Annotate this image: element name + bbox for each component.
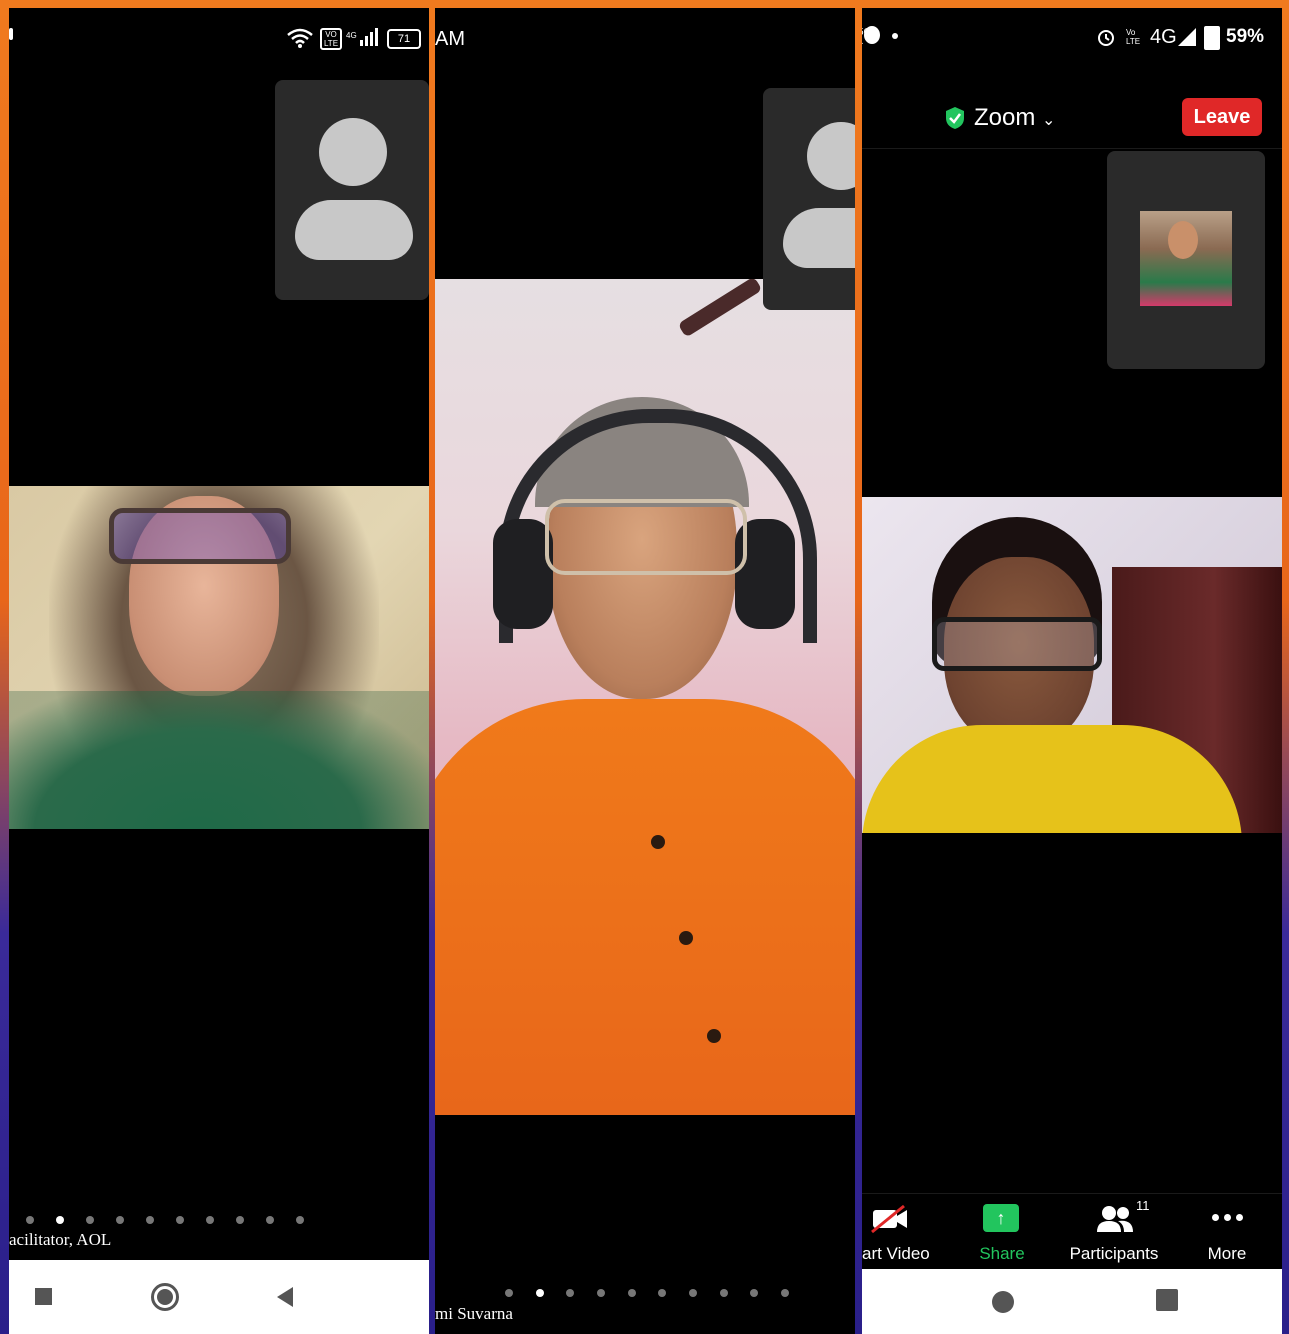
svg-text:4G: 4G — [346, 31, 357, 40]
person-sweater — [9, 691, 429, 829]
self-view-tile[interactable] — [1107, 151, 1265, 369]
back-button[interactable] — [275, 1286, 295, 1308]
page-dot — [206, 1216, 214, 1224]
call-screenshot-1: VO LTE 4G 71 acilitator, AOL — [9, 8, 429, 1334]
page-dot — [566, 1289, 574, 1297]
page-dot — [26, 1216, 34, 1224]
person-kurta — [435, 699, 855, 1115]
meeting-toolbar: art Video ↑ Share 11 Participants More — [862, 1193, 1282, 1270]
avatar-body — [295, 200, 413, 260]
network-type: 4G — [1150, 26, 1177, 48]
signal-icon — [1178, 28, 1196, 46]
page-dot — [146, 1216, 154, 1224]
call-screenshot-3: 5G.. VoLTE 4G 59% Zoom ⌄ Leave — [862, 8, 1282, 1334]
shield-icon — [946, 107, 964, 129]
self-view-avatar-tile[interactable] — [763, 88, 855, 310]
battery-icon — [1204, 26, 1220, 50]
page-dot — [658, 1289, 666, 1297]
avatar-head — [319, 118, 387, 186]
kurta-button — [707, 1029, 721, 1043]
profile-face — [1168, 221, 1198, 259]
battery-icon: 71 — [387, 29, 421, 49]
more-dot — [1212, 1214, 1219, 1221]
battery-text: 71 — [397, 33, 411, 45]
page-dot — [597, 1289, 605, 1297]
more-button[interactable]: More — [1192, 1204, 1262, 1266]
android-nav-bar — [9, 1260, 429, 1334]
share-icon: ↑ — [983, 1204, 1019, 1232]
page-dot-active — [56, 1216, 64, 1224]
speaker-video — [435, 279, 855, 1115]
glasses — [545, 499, 747, 575]
notification-dot — [892, 33, 898, 39]
participant-caption: acilitator, AOL — [9, 1230, 112, 1249]
more-label: More — [1207, 1244, 1247, 1263]
page-dot — [750, 1289, 758, 1297]
participants-label: Participants — [1069, 1244, 1159, 1263]
meeting-title[interactable]: Zoom ⌄ — [974, 104, 1055, 132]
page-dot — [689, 1289, 697, 1297]
video-off-icon — [871, 1204, 907, 1234]
status-bar: AM — [435, 8, 855, 64]
status-bar: VO LTE 4G 71 — [9, 8, 429, 64]
share-label: Share — [979, 1244, 1025, 1263]
headphone-left-cup — [493, 519, 553, 629]
page-dot — [266, 1216, 274, 1224]
page-dot — [628, 1289, 636, 1297]
android-nav-bar — [862, 1269, 1282, 1334]
volte-icon: Vo LTE — [1126, 28, 1141, 46]
meeting-title-text: Zoom — [974, 104, 1036, 131]
back-indicator — [9, 28, 13, 40]
participants-button[interactable]: 11 Participants — [1062, 1198, 1166, 1266]
page-dot — [296, 1216, 304, 1224]
wifi-icon — [287, 28, 313, 48]
page-dot-active — [536, 1289, 544, 1297]
page-dot — [505, 1289, 513, 1297]
participants-icon — [1097, 1206, 1133, 1232]
avatar-head — [807, 122, 855, 190]
participants-count-badge: 11 — [1136, 1198, 1150, 1213]
recents-button[interactable] — [1156, 1289, 1178, 1311]
home-button[interactable] — [151, 1283, 179, 1311]
page-dot — [176, 1216, 184, 1224]
home-button-inner — [157, 1289, 173, 1305]
leave-button[interactable]: Leave — [1182, 98, 1262, 136]
battery-percent: 59% — [1226, 26, 1265, 47]
meeting-header: Zoom ⌄ Leave — [862, 88, 1282, 149]
recents-button[interactable] — [35, 1288, 52, 1305]
start-video-button[interactable]: art Video — [862, 1204, 932, 1266]
speaker-video — [9, 486, 429, 829]
page-dot — [781, 1289, 789, 1297]
glasses — [932, 617, 1102, 671]
home-button[interactable] — [992, 1291, 1014, 1313]
ceiling-fan-blade — [677, 279, 763, 338]
more-dot — [1236, 1214, 1243, 1221]
page-dot — [720, 1289, 728, 1297]
self-view-avatar-tile[interactable] — [275, 80, 429, 300]
vpn-icon — [864, 26, 880, 44]
kurta-button — [651, 835, 665, 849]
share-button[interactable]: ↑ Share — [962, 1204, 1042, 1266]
avatar-body — [783, 208, 855, 268]
page-dot — [86, 1216, 94, 1224]
page-indicator — [9, 1216, 429, 1228]
participant-caption: mi Suvarna — [435, 1304, 513, 1323]
page-dot — [236, 1216, 244, 1224]
glasses — [109, 508, 291, 564]
alarm-icon — [1098, 30, 1114, 46]
status-bar: 5G.. VoLTE 4G 59% — [862, 8, 1282, 64]
volte-icon: VO LTE — [320, 28, 342, 50]
page-indicator — [435, 1289, 855, 1301]
status-time-fragment: AM — [435, 28, 465, 50]
page-dot — [116, 1216, 124, 1224]
start-video-label: art Video — [862, 1244, 930, 1263]
kurta-button — [679, 931, 693, 945]
more-dot — [1224, 1214, 1231, 1221]
chevron-down-icon: ⌄ — [1042, 112, 1056, 129]
call-screenshot-2: AM mi Suvarna — [435, 8, 855, 1334]
profile-photo — [1140, 211, 1232, 306]
speaker-video — [862, 497, 1282, 833]
more-icon — [1210, 1214, 1246, 1222]
signal-icon: 4G — [346, 28, 378, 46]
